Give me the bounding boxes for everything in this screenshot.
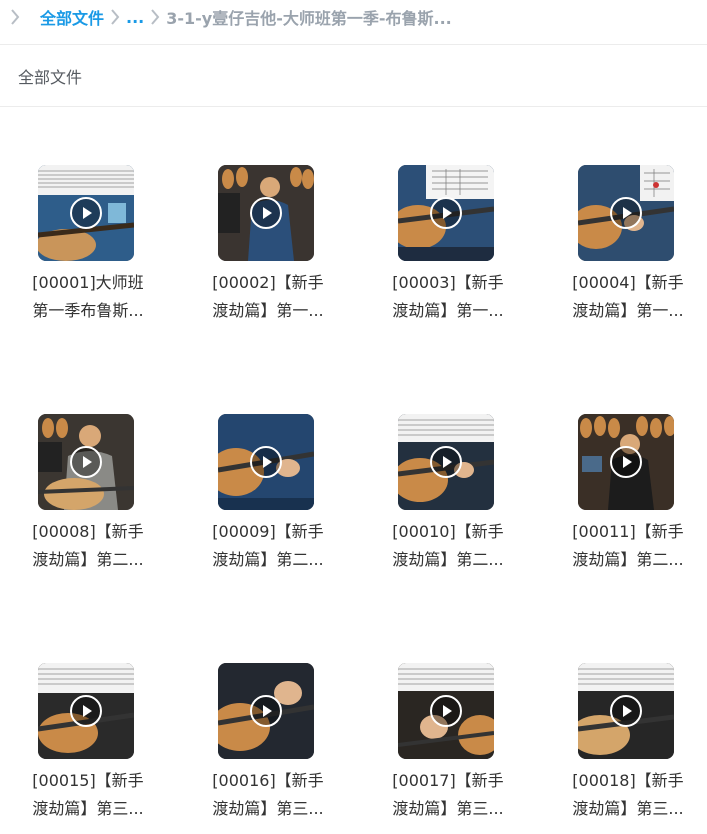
- video-thumbnail: [398, 414, 494, 510]
- file-item[interactable]: [00015]【新手 渡劫篇】第三...: [0, 663, 178, 833]
- file-item[interactable]: [00004]【新手 渡劫篇】第一...: [538, 165, 707, 335]
- file-name: [00004]【新手 渡劫篇】第一...: [572, 273, 684, 320]
- play-icon: [70, 695, 102, 727]
- file-item[interactable]: [00009]【新手 渡劫篇】第二...: [178, 414, 358, 584]
- file-name: [00010]【新手 渡劫篇】第二...: [392, 522, 504, 569]
- video-thumbnail: [578, 414, 674, 510]
- video-thumbnail: [398, 663, 494, 759]
- file-name: [00015]【新手 渡劫篇】第三...: [32, 771, 144, 818]
- play-icon: [430, 446, 462, 478]
- file-item[interactable]: [00001]大师班 第一季布鲁斯...: [0, 165, 178, 335]
- file-item[interactable]: [00018]【新手 渡劫篇】第三...: [538, 663, 707, 833]
- file-name: [00008]【新手 渡劫篇】第二...: [32, 522, 144, 569]
- play-icon: [430, 197, 462, 229]
- file-grid: [00001]大师班 第一季布鲁斯... [00002]【新手 渡劫篇】第一...: [0, 0, 707, 834]
- play-icon: [70, 197, 102, 229]
- video-thumbnail: [398, 165, 494, 261]
- play-icon: [610, 446, 642, 478]
- play-icon: [430, 695, 462, 727]
- file-name: [00011]【新手 渡劫篇】第二...: [572, 522, 684, 569]
- file-name: [00003]【新手 渡劫篇】第一...: [392, 273, 504, 320]
- file-name: [00009]【新手 渡劫篇】第二...: [212, 522, 324, 569]
- play-icon: [70, 446, 102, 478]
- video-thumbnail: [218, 414, 314, 510]
- play-icon: [250, 695, 282, 727]
- play-icon: [250, 197, 282, 229]
- file-item[interactable]: [00003]【新手 渡劫篇】第一...: [358, 165, 538, 335]
- file-name: [00002]【新手 渡劫篇】第一...: [212, 273, 324, 320]
- file-item[interactable]: [00017]【新手 渡劫篇】第三...: [358, 663, 538, 833]
- video-thumbnail: [38, 663, 134, 759]
- file-item[interactable]: [00011]【新手 渡劫篇】第二...: [538, 414, 707, 584]
- video-thumbnail: [578, 663, 674, 759]
- video-thumbnail: [38, 414, 134, 510]
- file-item[interactable]: [00002]【新手 渡劫篇】第一...: [178, 165, 358, 335]
- file-item[interactable]: [00010]【新手 渡劫篇】第二...: [358, 414, 538, 584]
- play-icon: [250, 446, 282, 478]
- file-name: [00001]大师班 第一季布鲁斯...: [32, 273, 144, 320]
- file-item[interactable]: [00008]【新手 渡劫篇】第二...: [0, 414, 178, 584]
- video-thumbnail: [38, 165, 134, 261]
- play-icon: [610, 695, 642, 727]
- file-name: [00018]【新手 渡劫篇】第三...: [572, 771, 684, 818]
- file-name: [00016]【新手 渡劫篇】第三...: [212, 771, 324, 818]
- video-thumbnail: [578, 165, 674, 261]
- file-name: [00017]【新手 渡劫篇】第三...: [392, 771, 504, 818]
- play-icon: [610, 197, 642, 229]
- video-thumbnail: [218, 663, 314, 759]
- file-item[interactable]: [00016]【新手 渡劫篇】第三...: [178, 663, 358, 833]
- video-thumbnail: [218, 165, 314, 261]
